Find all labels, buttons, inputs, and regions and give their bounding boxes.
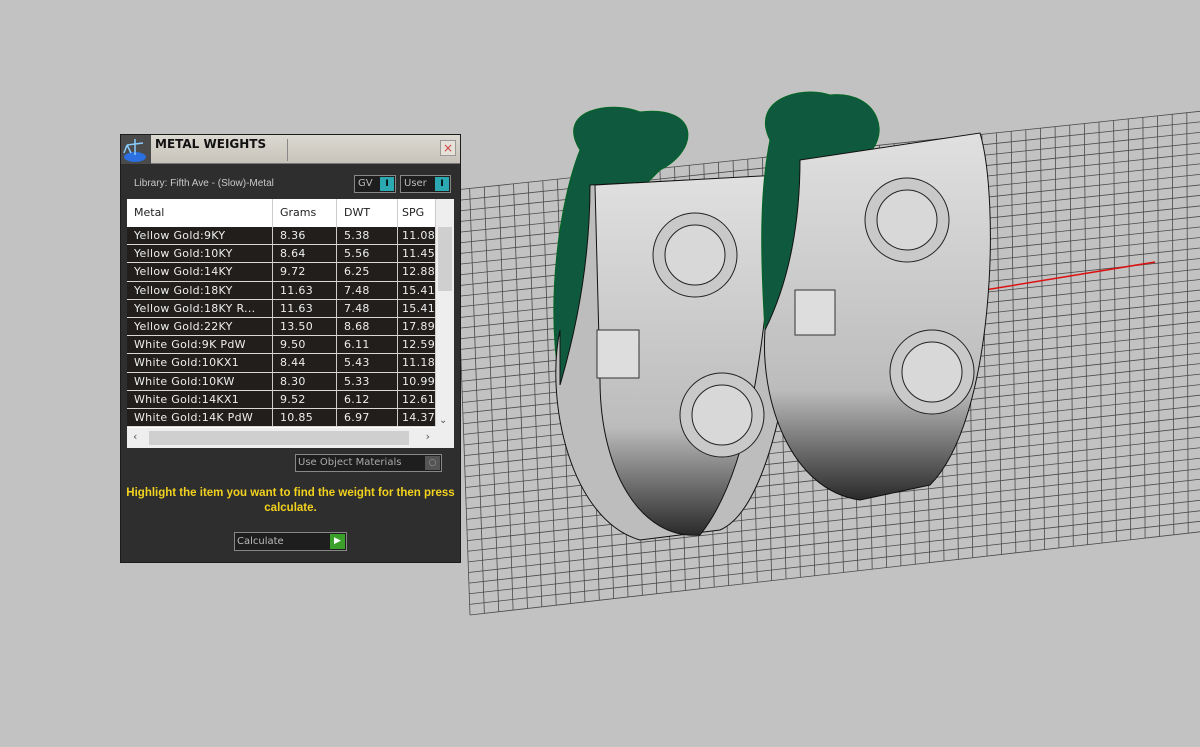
scroll-thumb[interactable] bbox=[438, 227, 452, 291]
user-toggle-label: User bbox=[404, 178, 427, 189]
panel-title: METAL WEIGHTS bbox=[155, 137, 267, 151]
grams-cell: 11.63 bbox=[273, 299, 337, 317]
title-divider bbox=[287, 139, 288, 161]
grams-cell: 10.85 bbox=[273, 408, 337, 427]
use-object-materials-label: Use Object Materials bbox=[298, 457, 402, 468]
spg-cell: 14.37 bbox=[398, 408, 436, 427]
scroll-thumb[interactable] bbox=[149, 431, 409, 445]
spg-cell: 12.61 bbox=[398, 390, 436, 408]
toggle-icon: I bbox=[435, 177, 449, 191]
radio-icon: ○ bbox=[425, 456, 440, 470]
dwt-cell: 5.38 bbox=[337, 227, 398, 245]
table-row[interactable]: Yellow Gold:9KY 8.36 5.38 11.08 bbox=[127, 227, 436, 246]
metal-cell: Yellow Gold:9KY bbox=[127, 227, 273, 245]
column-header-spg[interactable]: SPG bbox=[398, 199, 436, 227]
grams-cell: 8.64 bbox=[273, 245, 337, 263]
table-body: Yellow Gold:9KY 8.36 5.38 11.08 Yellow Gold:… bbox=[127, 227, 436, 428]
table-row[interactable]: Yellow Gold:14KY 9.72 6.25 12.88 bbox=[127, 263, 436, 282]
metal-cell: White Gold:14KX1 bbox=[127, 390, 273, 408]
spg-cell: 12.88 bbox=[398, 263, 436, 281]
grams-cell: 9.72 bbox=[273, 263, 337, 281]
gv-toggle[interactable]: GV I bbox=[354, 175, 396, 193]
dwt-cell: 6.97 bbox=[337, 408, 398, 427]
spg-cell: 15.41 bbox=[398, 281, 436, 299]
calculate-button[interactable]: Calculate ▶ bbox=[234, 532, 347, 551]
library-label: Library: Fifth Ave - (Slow)-Metal bbox=[134, 178, 274, 189]
table-row[interactable]: Yellow Gold:10KY 8.64 5.56 11.45 bbox=[127, 245, 436, 264]
table-row[interactable]: Yellow Gold:22KY 13.50 8.68 17.89 bbox=[127, 317, 436, 337]
dwt-cell: 6.11 bbox=[337, 336, 398, 354]
metal-cell: Yellow Gold:18KY bbox=[127, 281, 273, 299]
table-row[interactable]: White Gold:9K PdW 9.50 6.11 12.59 bbox=[127, 336, 436, 355]
close-icon[interactable]: × bbox=[440, 140, 456, 156]
spg-cell: 17.89 bbox=[398, 317, 436, 336]
dwt-cell: 8.68 bbox=[337, 317, 398, 336]
dwt-cell: 5.43 bbox=[337, 354, 398, 372]
metal-weights-panel: METAL WEIGHTS × Library: Fifth Ave - (Sl… bbox=[120, 134, 461, 563]
spg-cell: 15.41 bbox=[398, 299, 436, 317]
dwt-cell: 7.48 bbox=[337, 299, 398, 317]
grams-cell: 8.30 bbox=[273, 372, 337, 390]
grams-cell: 8.36 bbox=[273, 227, 337, 245]
grams-cell: 9.50 bbox=[273, 336, 337, 354]
metal-cell: White Gold:10KX1 bbox=[127, 354, 273, 372]
user-toggle[interactable]: User I bbox=[400, 175, 451, 193]
ring-model-right bbox=[761, 91, 991, 501]
dwt-cell: 6.25 bbox=[337, 263, 398, 281]
table-row[interactable]: White Gold:14K PdW 10.85 6.97 14.37 bbox=[127, 408, 436, 428]
table-row[interactable]: Yellow Gold:18KY 11.63 7.48 15.41 bbox=[127, 281, 436, 300]
metal-cell: Yellow Gold:10KY bbox=[127, 245, 273, 263]
metal-cell: Yellow Gold:22KY bbox=[127, 317, 273, 336]
dwt-cell: 6.12 bbox=[337, 390, 398, 408]
chevron-left-icon[interactable]: ‹ bbox=[133, 430, 137, 443]
spg-cell: 11.18 bbox=[398, 354, 436, 372]
column-header-metal[interactable]: Metal bbox=[127, 199, 273, 227]
column-header-dwt[interactable]: DWT bbox=[337, 199, 398, 227]
chevron-right-icon[interactable]: › bbox=[426, 430, 430, 443]
dwt-cell: 5.56 bbox=[337, 245, 398, 263]
metal-cell: White Gold:9K PdW bbox=[127, 336, 273, 354]
metal-cell: White Gold:14K PdW bbox=[127, 408, 273, 427]
spg-cell: 11.08 bbox=[398, 227, 436, 245]
table-row[interactable]: White Gold:10KX1 8.44 5.43 11.18 bbox=[127, 354, 436, 373]
grams-cell: 8.44 bbox=[273, 354, 337, 372]
toggle-icon: I bbox=[380, 177, 394, 191]
grams-cell: 13.50 bbox=[273, 317, 337, 336]
panel-titlebar[interactable]: METAL WEIGHTS × bbox=[121, 135, 460, 164]
vertical-scrollbar[interactable]: ⌄ bbox=[436, 199, 454, 428]
spg-cell: 12.59 bbox=[398, 336, 436, 354]
spg-cell: 10.99 bbox=[398, 372, 436, 390]
table-header: Metal Grams DWT SPG bbox=[127, 199, 454, 227]
spg-cell: 11.45 bbox=[398, 245, 436, 263]
column-header-grams[interactable]: Grams bbox=[273, 199, 337, 227]
use-object-materials-toggle[interactable]: Use Object Materials ○ bbox=[295, 454, 442, 472]
metal-cell: Yellow Gold:14KY bbox=[127, 263, 273, 281]
calculate-label: Calculate bbox=[237, 536, 284, 547]
scale-logo-icon bbox=[121, 135, 151, 164]
table-row[interactable]: White Gold:14KX1 9.52 6.12 12.61 bbox=[127, 390, 436, 409]
table-row[interactable]: Yellow Gold:18KY R... 11.63 7.48 15.41 bbox=[127, 299, 436, 318]
gv-toggle-label: GV bbox=[358, 178, 373, 189]
table-row[interactable]: White Gold:10KW 8.30 5.33 10.99 bbox=[127, 372, 436, 391]
metal-cell: White Gold:10KW bbox=[127, 372, 273, 390]
dwt-cell: 7.48 bbox=[337, 281, 398, 299]
instruction-text: Highlight the item you want to find the … bbox=[126, 487, 455, 514]
chevron-down-icon[interactable]: ⌄ bbox=[439, 415, 447, 426]
grams-cell: 9.52 bbox=[273, 390, 337, 408]
play-icon: ▶ bbox=[330, 534, 345, 549]
metal-table: Metal Grams DWT SPG Yellow Gold:9KY 8.36 5… bbox=[127, 199, 454, 448]
dwt-cell: 5.33 bbox=[337, 372, 398, 390]
grams-cell: 11.63 bbox=[273, 281, 337, 299]
ring-model-left bbox=[553, 106, 798, 541]
metal-cell: Yellow Gold:18KY R... bbox=[127, 299, 273, 317]
horizontal-scrollbar[interactable]: ‹ › bbox=[127, 428, 454, 448]
